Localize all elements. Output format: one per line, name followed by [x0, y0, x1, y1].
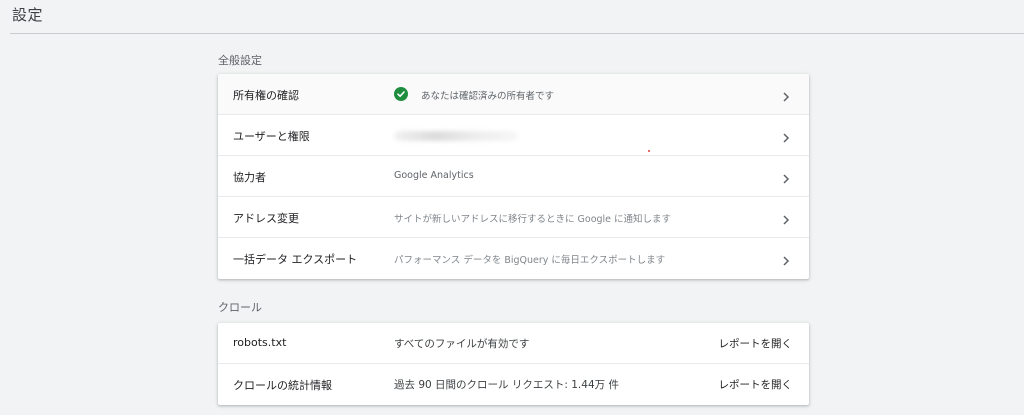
general-settings-heading: 全般設定 — [218, 54, 262, 67]
page-title: 設定 — [12, 6, 44, 24]
row-label: 所有権の確認 — [233, 89, 299, 102]
ownership-verification-row[interactable]: 所有権の確認 あなたは確認済みの所有者です — [218, 74, 809, 115]
change-of-address-row[interactable]: アドレス変更 サイトが新しいアドレスに移行するときに Google に通知します — [218, 197, 809, 238]
stray-dot — [648, 150, 650, 152]
chevron-right-icon[interactable] — [781, 88, 791, 102]
row-label: アドレス変更 — [233, 212, 299, 225]
check-circle-icon — [394, 87, 408, 101]
robots-txt-row: robots.txt すべてのファイルが有効です レポートを開く — [218, 323, 809, 364]
open-report-link[interactable]: レポートを開く — [719, 377, 793, 392]
chevron-right-icon[interactable] — [781, 129, 791, 143]
redacted-value — [394, 131, 518, 141]
chevron-right-icon[interactable] — [781, 170, 791, 184]
row-label: 一括データ エクスポート — [233, 253, 358, 266]
crawl-stats-row: クロールの統計情報 過去 90 日間のクロール リクエスト: 1.44万 件 レ… — [218, 364, 809, 405]
row-label: 協力者 — [233, 171, 266, 184]
row-value: すべてのファイルが有効です — [394, 338, 530, 350]
row-value: パフォーマンス データを BigQuery に毎日エクスポートします — [394, 255, 666, 266]
associations-row[interactable]: 協力者 Google Analytics — [218, 156, 809, 197]
row-value: サイトが新しいアドレスに移行するときに Google に通知します — [394, 214, 672, 225]
row-value: 過去 90 日間のクロール リクエスト: 1.44万 件 — [394, 379, 619, 391]
row-label: ユーザーと権限 — [233, 130, 310, 143]
row-value: あなたは確認済みの所有者です — [421, 91, 555, 102]
open-report-link[interactable]: レポートを開く — [719, 336, 793, 351]
users-permissions-row[interactable]: ユーザーと権限 — [218, 115, 809, 156]
row-label: robots.txt — [233, 336, 287, 349]
page-header: 設定 — [10, 0, 1024, 34]
crawl-card: robots.txt すべてのファイルが有効です レポートを開く クロールの統計… — [218, 323, 809, 405]
bulk-data-export-row[interactable]: 一括データ エクスポート パフォーマンス データを BigQuery に毎日エク… — [218, 238, 809, 279]
row-label: クロールの統計情報 — [233, 379, 332, 392]
crawl-heading: クロール — [218, 301, 262, 314]
row-value: Google Analytics — [394, 170, 474, 181]
chevron-right-icon[interactable] — [781, 252, 791, 266]
chevron-right-icon[interactable] — [781, 211, 791, 225]
general-settings-card: 所有権の確認 あなたは確認済みの所有者です ユーザーと権限 協力者 Google… — [218, 74, 809, 279]
